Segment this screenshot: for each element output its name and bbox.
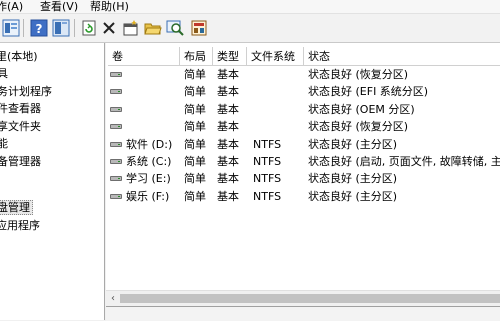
cell-volume: 系统 (C:) <box>126 155 172 168</box>
tree-item-disk-management[interactable]: 盘管理 <box>0 199 33 216</box>
cell-filesystem: NTFS <box>253 137 282 151</box>
tree-item-event-viewer[interactable]: 件查看器 <box>0 100 41 117</box>
table-row[interactable]: 学习 (E:) 简单 基本 NTFS 状态良好 (主分区) <box>106 170 500 187</box>
tree-item-label: 具 <box>0 67 8 80</box>
graphical-view-pane <box>106 306 500 321</box>
cell-type: 基本 <box>217 120 239 134</box>
cell-status: 状态良好 (EFI 系统分区) <box>308 85 429 99</box>
tree-item-device-manager[interactable]: 备管理器 <box>0 153 41 170</box>
tree-item-performance[interactable]: 能 <box>0 135 8 152</box>
column-header-layout[interactable]: 布局 <box>180 47 213 66</box>
cell-type: 基本 <box>217 155 239 168</box>
cell-filesystem: NTFS <box>253 155 282 168</box>
volume-drive-icon <box>110 159 122 164</box>
pane-toggle-icon[interactable] <box>52 19 70 37</box>
column-header-status[interactable]: 状态 <box>304 47 500 66</box>
cell-status: 状态良好 (主分区) <box>308 172 398 186</box>
tree-item-computer-management[interactable]: 里(本地) <box>0 48 38 65</box>
refresh-icon[interactable] <box>80 19 98 37</box>
tree-item-label: 盘管理 <box>0 200 33 215</box>
volume-drive-icon <box>110 124 122 130</box>
cell-layout: 简单 <box>184 102 206 116</box>
table-row[interactable]: 简单 基本 状态良好 (OEM 分区) <box>106 101 500 118</box>
cell-volume: 软件 (D:) <box>126 137 173 151</box>
cell-layout: 简单 <box>184 189 206 203</box>
cell-type: 基本 <box>217 189 239 203</box>
volume-drive-icon <box>110 176 122 182</box>
table-row[interactable]: 娱乐 (F:) 简单 基本 NTFS 状态良好 (主分区) <box>106 188 500 205</box>
tree-item-task-scheduler[interactable]: 务计划程序 <box>0 83 52 100</box>
tree-item-label: 能 <box>0 137 8 150</box>
column-header-filesystem[interactable]: 文件系统 <box>247 47 304 66</box>
column-header-volume[interactable]: 卷 <box>108 47 180 66</box>
scroll-left-arrow-icon[interactable]: ‹ <box>108 291 118 306</box>
cell-status: 状态良好 (主分区) <box>308 137 398 151</box>
toolbar-separator <box>23 19 24 37</box>
tree-item-system-tools[interactable]: 具 <box>0 65 8 82</box>
table-row[interactable]: 简单 基本 状态良好 (恢复分区) <box>106 118 500 135</box>
cell-layout: 简单 <box>184 137 206 151</box>
cell-status: 状态良好 (启动, 页面文件, 故障转储, 主 <box>308 155 500 168</box>
volume-drive-icon <box>110 193 122 199</box>
open-icon[interactable] <box>144 19 162 37</box>
table-row[interactable]: 系统 (C:) 简单 基本 NTFS 状态良好 (启动, 页面文件, 故障转储, 主 <box>106 153 500 170</box>
volume-drive-icon <box>110 72 122 77</box>
cell-type: 基本 <box>217 137 239 151</box>
cell-layout: 简单 <box>184 172 206 186</box>
cell-type: 基本 <box>217 102 239 116</box>
menu-help[interactable]: 帮助(H) <box>90 0 129 13</box>
help-icon[interactable]: ? <box>30 19 48 37</box>
zoom-icon[interactable] <box>166 19 184 37</box>
cell-layout: 简单 <box>184 155 206 168</box>
delete-icon[interactable] <box>100 19 118 37</box>
column-header-type[interactable]: 类型 <box>213 47 247 66</box>
cell-layout: 简单 <box>184 120 206 134</box>
cell-layout: 简单 <box>184 68 206 81</box>
tree-item-label: 里(本地) <box>0 50 38 63</box>
cell-type: 基本 <box>217 85 239 99</box>
table-row[interactable]: 简单 基本 状态良好 (EFI 系统分区) <box>106 83 500 100</box>
toolbar: ? <box>0 14 500 43</box>
cell-type: 基本 <box>217 68 239 81</box>
navigation-tree: 里(本地) 具 务计划程序 件查看器 享文件夹 能 备管理器 盘管理 应用程序 <box>0 43 105 320</box>
tree-item-services-and-apps[interactable]: 应用程序 <box>0 217 40 234</box>
cell-status: 状态良好 (恢复分区) <box>308 68 409 81</box>
svg-text:?: ? <box>36 22 43 36</box>
volume-list: 卷 布局 类型 文件系统 状态 简单 基本 状态良好 (恢复分区) 简单 基本 状态良好 … <box>106 43 500 320</box>
cell-status: 状态良好 (恢复分区) <box>308 120 409 134</box>
properties-icon[interactable] <box>2 19 20 37</box>
menu-view[interactable]: 查看(V) <box>40 0 78 13</box>
cell-layout: 简单 <box>184 85 206 99</box>
toolbar-separator <box>74 19 75 37</box>
tree-item-label: 应用程序 <box>0 219 40 232</box>
cell-filesystem: NTFS <box>253 172 282 186</box>
cell-volume: 娱乐 (F:) <box>126 189 170 203</box>
table-row[interactable]: 简单 基本 状态良好 (恢复分区) <box>106 66 500 83</box>
cell-type: 基本 <box>217 172 239 186</box>
settings-icon[interactable] <box>190 19 208 37</box>
new-icon[interactable] <box>122 19 140 37</box>
menu-bar: 作(A) 查看(V) 帮助(H) <box>0 0 500 14</box>
scrollbar-thumb[interactable] <box>120 294 500 303</box>
horizontal-scrollbar[interactable]: ‹ <box>106 290 500 306</box>
cell-status: 状态良好 (OEM 分区) <box>308 102 415 116</box>
tree-item-label: 备管理器 <box>0 155 41 168</box>
cell-volume: 学习 (E:) <box>126 172 171 186</box>
volume-drive-icon <box>110 106 122 112</box>
cell-status: 状态良好 (主分区) <box>308 189 398 203</box>
volume-drive-icon <box>110 141 122 147</box>
volume-drive-icon <box>110 89 122 95</box>
tree-item-label: 享文件夹 <box>0 120 41 133</box>
menu-action[interactable]: 作(A) <box>0 0 23 13</box>
tree-item-label: 件查看器 <box>0 102 41 115</box>
tree-item-label: 务计划程序 <box>0 85 52 98</box>
table-row[interactable]: 软件 (D:) 简单 基本 NTFS 状态良好 (主分区) <box>106 136 500 153</box>
cell-filesystem: NTFS <box>253 189 282 203</box>
tree-item-shared-folders[interactable]: 享文件夹 <box>0 118 41 135</box>
